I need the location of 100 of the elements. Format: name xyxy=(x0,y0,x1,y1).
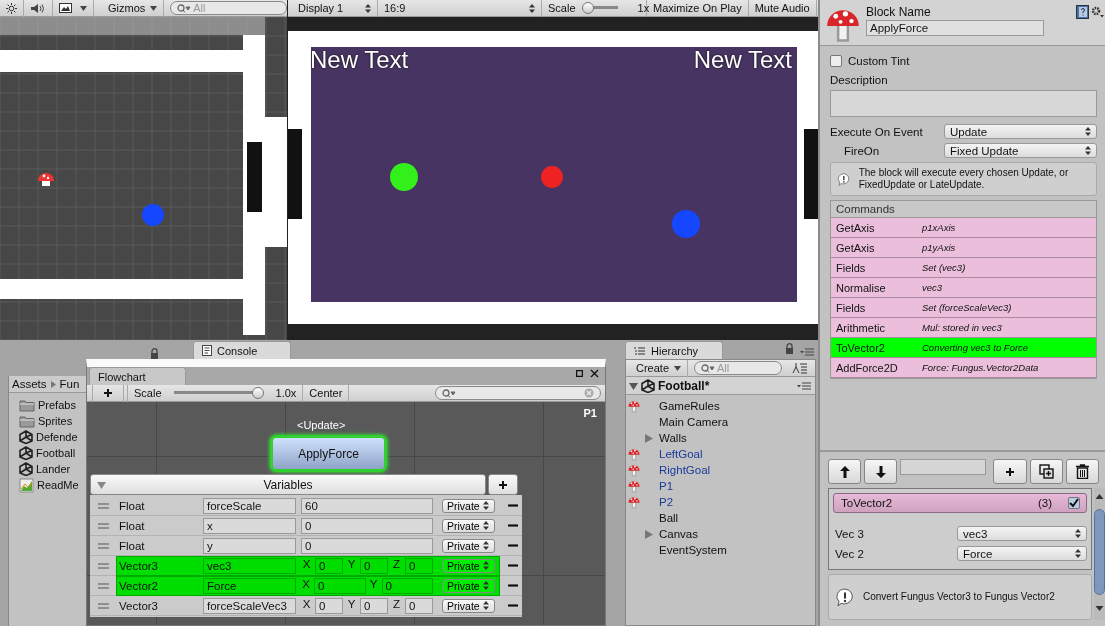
object-name[interactable]: P2 xyxy=(659,496,674,508)
block-name-field[interactable]: ApplyForce xyxy=(866,20,1044,36)
variable-row[interactable]: Vector3 forceScaleVec3 X 0 Y 0 Z 0 Private xyxy=(90,596,522,616)
add-variable-button[interactable] xyxy=(488,474,518,495)
scroll-up-icon[interactable] xyxy=(1094,492,1105,500)
expand-triangle-icon[interactable] xyxy=(645,529,653,539)
variable-row[interactable]: Float y 0 Private xyxy=(90,536,522,556)
hierarchy-item[interactable]: Walls xyxy=(626,430,815,446)
value-field[interactable]: 0 xyxy=(314,557,343,574)
value-field[interactable]: 0 xyxy=(314,577,366,594)
project-item[interactable]: ReadMe xyxy=(19,477,79,493)
project-item[interactable]: Football xyxy=(19,445,76,461)
value-field[interactable]: 0 xyxy=(301,537,433,554)
value-field[interactable]: 0 xyxy=(301,517,433,534)
hierarchy-item[interactable]: Canvas xyxy=(626,526,815,542)
delete-button[interactable] xyxy=(1065,459,1099,484)
scene-row[interactable]: Football* xyxy=(626,377,815,395)
object-name[interactable]: EventSystem xyxy=(659,544,727,556)
slider-thumb[interactable] xyxy=(251,387,264,399)
object-name[interactable]: Walls xyxy=(659,432,687,444)
breadcrumb-item[interactable]: Assets xyxy=(12,378,47,390)
expand-triangle-icon[interactable] xyxy=(645,433,653,443)
gizmos-dropdown[interactable]: Gizmos xyxy=(102,0,165,17)
hierarchy-item[interactable]: EventSystem xyxy=(626,542,815,558)
object-name[interactable]: Ball xyxy=(659,512,679,524)
scrollbar-thumb[interactable] xyxy=(1094,509,1105,595)
center-button[interactable]: Center xyxy=(303,384,350,402)
object-name[interactable]: P1 xyxy=(659,480,674,492)
breadcrumb-item[interactable]: Fun xyxy=(59,378,80,390)
hierarchy-item[interactable]: LeftGoal xyxy=(626,446,815,462)
create-dropdown[interactable]: Create xyxy=(626,359,689,377)
slider-thumb[interactable] xyxy=(581,2,594,14)
variable-name-field[interactable]: forceScaleVec3 xyxy=(203,597,296,614)
variable-name-field[interactable]: forceScale xyxy=(203,497,296,514)
expand-triangle-icon[interactable] xyxy=(629,381,638,390)
access-dropdown[interactable]: Private xyxy=(442,518,495,533)
dropdown[interactable]: Update xyxy=(944,124,1097,139)
settings-icon[interactable] xyxy=(1091,6,1104,18)
command-row[interactable]: ToVector2 Converting vec3 to Force xyxy=(831,338,1096,358)
value-field[interactable]: 0 xyxy=(359,557,388,574)
access-dropdown[interactable]: Private xyxy=(442,558,495,573)
dropdown[interactable]: Fixed Update xyxy=(944,143,1097,158)
value-field[interactable]: 0 xyxy=(314,597,343,614)
command-row[interactable]: Arithmetic Mul: stored in vec3 xyxy=(831,318,1096,338)
command-search-field[interactable] xyxy=(900,459,987,475)
command-row[interactable]: Normalise vec3 xyxy=(831,278,1096,298)
variable-name-field[interactable]: x xyxy=(203,517,296,534)
command-row[interactable]: GetAxis p1yAxis xyxy=(831,238,1096,258)
value-field[interactable]: 0 xyxy=(404,557,433,574)
hierarchy-item[interactable]: P2 xyxy=(626,494,815,510)
value-field[interactable]: 0 xyxy=(381,577,433,594)
value-field[interactable]: 0 xyxy=(404,597,433,614)
dropdown[interactable]: Force xyxy=(957,546,1087,561)
close-icon[interactable] xyxy=(590,369,599,378)
flowchart-block[interactable]: ApplyForce xyxy=(270,435,387,472)
duplicate-button[interactable] xyxy=(1029,459,1063,484)
variable-row[interactable]: Float forceScale 60 Private xyxy=(90,496,522,516)
checkbox[interactable] xyxy=(1068,497,1080,509)
add-block-button[interactable] xyxy=(92,384,124,402)
object-name[interactable]: RightGoal xyxy=(659,464,711,476)
search-field[interactable] xyxy=(435,386,601,400)
hierarchy-tab[interactable]: Hierarchy xyxy=(625,341,723,359)
hierarchy-item[interactable]: P1 xyxy=(626,478,815,494)
description-field[interactable] xyxy=(830,90,1097,117)
hierarchy-item[interactable]: Main Camera xyxy=(626,414,815,430)
variables-header[interactable]: Variables xyxy=(90,474,486,495)
object-name[interactable]: LeftGoal xyxy=(659,448,703,460)
command-row[interactable]: Fields Set (vec3) xyxy=(831,258,1096,278)
project-item[interactable]: Defende xyxy=(19,429,78,445)
scrollbar[interactable] xyxy=(1094,488,1105,620)
filter-icon[interactable] xyxy=(792,362,808,374)
value-field[interactable]: 60 xyxy=(301,497,433,514)
variable-row[interactable]: Float x 0 Private xyxy=(90,516,522,536)
console-tab[interactable]: Console xyxy=(193,341,291,359)
aspect-dropdown[interactable]: 16:9 xyxy=(378,0,542,17)
value-field[interactable]: 0 xyxy=(359,597,388,614)
access-dropdown[interactable]: Private xyxy=(442,498,495,513)
checkbox[interactable] xyxy=(830,55,842,67)
move-up-button[interactable] xyxy=(828,459,862,484)
flowchart-tab[interactable]: Flowchart xyxy=(89,367,186,385)
access-dropdown[interactable]: Private xyxy=(442,538,495,553)
access-dropdown[interactable]: Private xyxy=(442,598,495,613)
dropdown[interactable]: vec3 xyxy=(957,526,1087,541)
hierarchy-item[interactable]: Ball xyxy=(626,510,815,526)
project-item[interactable]: Lander xyxy=(19,461,71,477)
access-dropdown[interactable]: Private xyxy=(442,578,495,593)
hierarchy-item[interactable]: GameRules xyxy=(626,398,815,414)
command-row[interactable]: AddForce2D Force: Fungus.Vector2Data xyxy=(831,358,1096,378)
hierarchy-item[interactable]: RightGoal xyxy=(626,462,815,478)
variable-name-field[interactable]: vec3 xyxy=(203,557,296,574)
command-row[interactable]: GetAxis p1xAxis xyxy=(831,218,1096,238)
project-item[interactable]: Prefabs xyxy=(19,397,76,413)
variable-name-field[interactable]: Force xyxy=(203,577,296,594)
object-name[interactable]: Canvas xyxy=(659,528,698,540)
variable-name-field[interactable]: y xyxy=(203,537,296,554)
command-row[interactable]: Fields Set (forceScaleVec3) xyxy=(831,298,1096,318)
project-item[interactable]: Sprites xyxy=(19,413,73,429)
maximize-icon[interactable] xyxy=(576,370,583,377)
move-down-button[interactable] xyxy=(864,459,898,484)
toggle-button[interactable]: Mute Audio xyxy=(748,0,817,17)
